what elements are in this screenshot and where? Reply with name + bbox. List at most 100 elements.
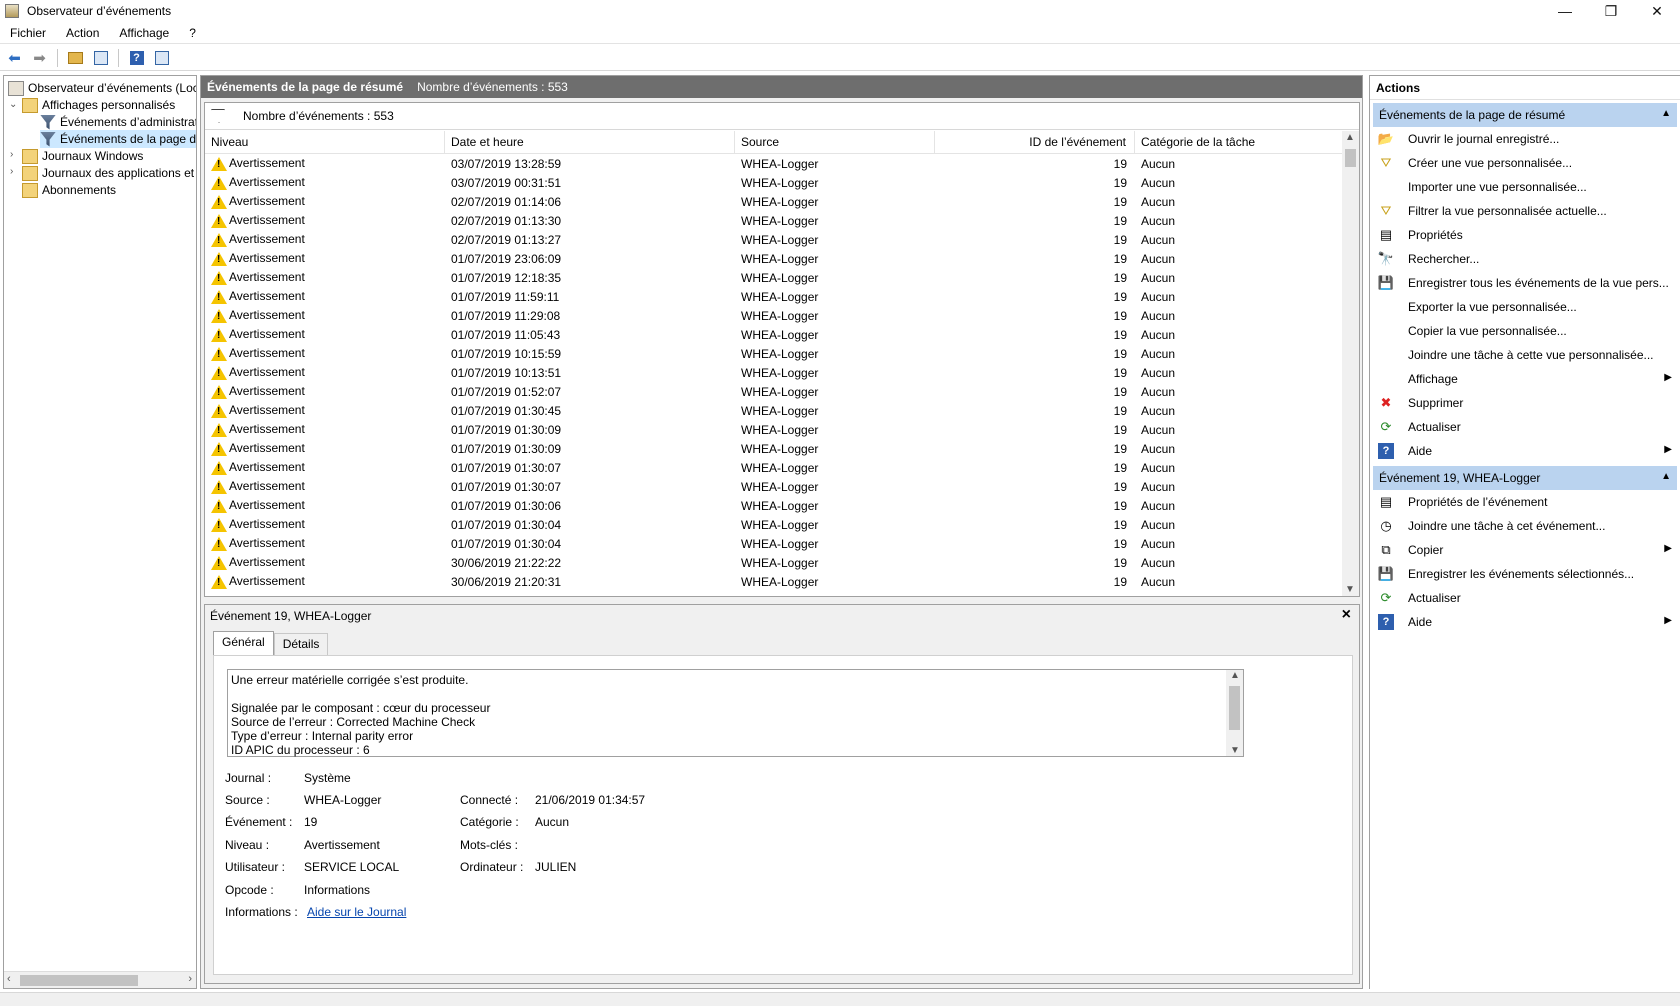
col-category[interactable]: Catégorie de la tâche (1135, 131, 1343, 153)
cell-category: Aucun (1141, 441, 1176, 456)
toolbar-separator (118, 48, 119, 67)
table-row[interactable]: Avertissement 02/07/2019 01:13:30 WHEA-Log… (205, 211, 1343, 230)
action-item[interactable]: ◷ Joindre une tâche à cet événement... (1370, 514, 1680, 538)
tree-summary-events[interactable]: Événements de la page de résumé (40, 130, 196, 148)
action-item[interactable]: ▤ Propriétés de l’événement (1370, 490, 1680, 514)
menu-fichier[interactable]: Fichier (0, 26, 56, 40)
action-item[interactable]: Affichage ▶ (1370, 367, 1680, 391)
action-item[interactable]: 💾 Enregistrer les événements sélectionnés… (1370, 562, 1680, 586)
table-row[interactable]: Avertissement 01/07/2019 01:30:09 WHEA-Log… (205, 439, 1343, 458)
forward-button[interactable]: ➡ (29, 48, 50, 68)
collapse-up-icon[interactable]: ▲ (1661, 108, 1671, 119)
action-item[interactable]: ✖ Supprimer (1370, 391, 1680, 415)
scroll-thumb[interactable] (1345, 149, 1356, 167)
action-item[interactable]: Joindre une tâche à cette vue personnali… (1370, 343, 1680, 367)
table-row[interactable]: Avertissement 02/07/2019 01:14:06 WHEA-Log… (205, 192, 1343, 211)
action-item[interactable]: ⟳ Actualiser (1370, 586, 1680, 610)
menu-help[interactable]: ? (179, 26, 206, 40)
col-event-id[interactable]: ID de l’événement (935, 131, 1135, 153)
tree-subscriptions[interactable]: Abonnements (22, 181, 116, 199)
table-row[interactable]: Avertissement 30/06/2019 21:20:31 WHEA-Log… (205, 572, 1343, 591)
action-item[interactable]: ⛛ Créer une vue personnalisée... (1370, 151, 1680, 175)
col-source[interactable]: Source (735, 131, 935, 153)
cell-date: 01/07/2019 01:30:06 (451, 498, 562, 513)
scroll-thumb[interactable] (20, 975, 138, 986)
up-folder-button[interactable] (65, 48, 86, 68)
scroll-down-icon[interactable]: ▼ (1230, 745, 1240, 756)
table-row[interactable]: Avertissement 01/07/2019 23:06:09 WHEA-Log… (205, 249, 1343, 268)
tree-admin-events[interactable]: Événements d’administration (40, 113, 196, 131)
cell-date: 30/06/2019 21:22:22 (451, 555, 562, 570)
table-row[interactable]: Avertissement 30/06/2019 21:22:22 WHEA-Log… (205, 553, 1343, 572)
close-icon[interactable]: × (1342, 606, 1351, 624)
expand-chevron-icon[interactable]: › (10, 149, 20, 160)
show-hide-action-pane-button[interactable] (151, 48, 172, 68)
scroll-left-icon[interactable]: ‹ (7, 973, 11, 985)
action-item[interactable]: ⟳ Actualiser (1370, 415, 1680, 439)
action-item[interactable]: ⧉ Copier ▶ (1370, 538, 1680, 562)
show-hide-tree-button[interactable] (90, 48, 111, 68)
table-row[interactable]: Avertissement 01/07/2019 01:52:07 WHEA-Log… (205, 382, 1343, 401)
table-row[interactable]: Avertissement 01/07/2019 01:30:06 WHEA-Log… (205, 496, 1343, 515)
table-row[interactable]: Avertissement 02/07/2019 01:13:27 WHEA-Log… (205, 230, 1343, 249)
action-item[interactable]: ? Aide ▶ (1370, 610, 1680, 634)
table-row[interactable]: Avertissement 03/07/2019 13:28:59 WHEA-Log… (205, 154, 1343, 173)
tree-windows-logs[interactable]: Journaux Windows (22, 147, 143, 165)
scroll-right-icon[interactable]: › (188, 973, 192, 985)
collapse-up-icon[interactable]: ▲ (1661, 471, 1671, 482)
collapse-chevron-icon[interactable]: ⌄ (9, 99, 19, 110)
col-niveau[interactable]: Niveau (205, 131, 445, 153)
tree-root[interactable]: Observateur d’événements (Local) (8, 79, 196, 97)
table-row[interactable]: Avertissement 01/07/2019 11:29:08 WHEA-Log… (205, 306, 1343, 325)
action-item[interactable]: ⛛ Filtrer la vue personnalisée actuelle..… (1370, 199, 1680, 223)
menu-affichage[interactable]: Affichage (109, 26, 179, 40)
cell-source: WHEA-Logger (741, 270, 819, 285)
table-row[interactable]: Avertissement 01/07/2019 01:30:07 WHEA-Log… (205, 458, 1343, 477)
table-row[interactable]: Avertissement 01/07/2019 11:59:11 WHEA-Log… (205, 287, 1343, 306)
maximize-button[interactable]: ❐ (1588, 0, 1634, 22)
expand-chevron-icon[interactable]: › (10, 166, 20, 177)
table-row[interactable]: Avertissement 01/07/2019 10:13:51 WHEA-Log… (205, 363, 1343, 382)
action-item[interactable]: 📂 Ouvrir le journal enregistré... (1370, 127, 1680, 151)
action-item[interactable]: Importer une vue personnalisée... (1370, 175, 1680, 199)
col-date[interactable]: Date et heure (445, 131, 735, 153)
message-scrollbar[interactable]: ▲ ▼ (1226, 670, 1243, 756)
help-button[interactable]: ? (126, 48, 147, 68)
action-item[interactable]: ▤ Propriétés (1370, 223, 1680, 247)
tree-horizontal-scrollbar[interactable]: ‹ › (4, 971, 196, 988)
table-row[interactable]: Avertissement 01/07/2019 01:30:04 WHEA-Log… (205, 534, 1343, 553)
table-row[interactable]: Avertissement 03/07/2019 00:31:51 WHEA-Log… (205, 173, 1343, 192)
table-row[interactable]: Avertissement 01/07/2019 11:05:43 WHEA-Log… (205, 325, 1343, 344)
action-item[interactable]: ? Aide ▶ (1370, 439, 1680, 463)
back-button[interactable]: ⬅ (4, 48, 25, 68)
tab-general[interactable]: Général (213, 631, 274, 655)
table-row[interactable]: Avertissement 01/07/2019 10:15:59 WHEA-Log… (205, 344, 1343, 363)
tab-details[interactable]: Détails (273, 633, 329, 655)
menu-action[interactable]: Action (56, 26, 109, 40)
minimize-button[interactable]: — (1542, 0, 1588, 22)
actions-section-summary[interactable]: Événements de la page de résumé ▲ (1373, 103, 1677, 127)
action-item[interactable]: 💾 Enregistrer tous les événements de la v… (1370, 271, 1680, 295)
table-row[interactable]: Avertissement 01/07/2019 01:30:09 WHEA-Log… (205, 420, 1343, 439)
action-item[interactable]: 🔭 Rechercher... (1370, 247, 1680, 271)
help-log-link[interactable]: Aide sur le Journal (307, 905, 406, 919)
scroll-down-icon[interactable]: ▼ (1345, 584, 1355, 595)
table-row[interactable]: Avertissement 01/07/2019 01:30:07 WHEA-Log… (205, 477, 1343, 496)
table-row[interactable]: Avertissement 01/07/2019 12:18:35 WHEA-Log… (205, 268, 1343, 287)
tree-custom-views[interactable]: Affichages personnalisés (22, 96, 175, 114)
table-row[interactable]: Avertissement 01/07/2019 01:30:04 WHEA-Log… (205, 515, 1343, 534)
cell-date: 01/07/2019 01:30:45 (451, 403, 562, 418)
scroll-up-icon[interactable]: ▲ (1345, 132, 1355, 143)
cell-date: 01/07/2019 10:15:59 (451, 346, 562, 361)
scroll-up-icon[interactable]: ▲ (1230, 670, 1240, 681)
action-item[interactable]: Copier la vue personnalisée... (1370, 319, 1680, 343)
event-message-box[interactable]: Une erreur matérielle corrigée s’est pro… (227, 669, 1244, 757)
tree-app-logs[interactable]: Journaux des applications et services (22, 164, 196, 182)
table-row[interactable]: Avertissement 01/07/2019 01:30:45 WHEA-Log… (205, 401, 1343, 420)
list-vertical-scrollbar[interactable]: ▲ ▼ (1342, 131, 1359, 596)
scroll-thumb[interactable] (1229, 686, 1240, 730)
action-item[interactable]: Exporter la vue personnalisée... (1370, 295, 1680, 319)
actions-section-event[interactable]: Événement 19, WHEA-Logger ▲ (1373, 466, 1677, 490)
cell-category: Aucun (1141, 156, 1176, 171)
close-window-button[interactable]: ✕ (1634, 0, 1680, 22)
